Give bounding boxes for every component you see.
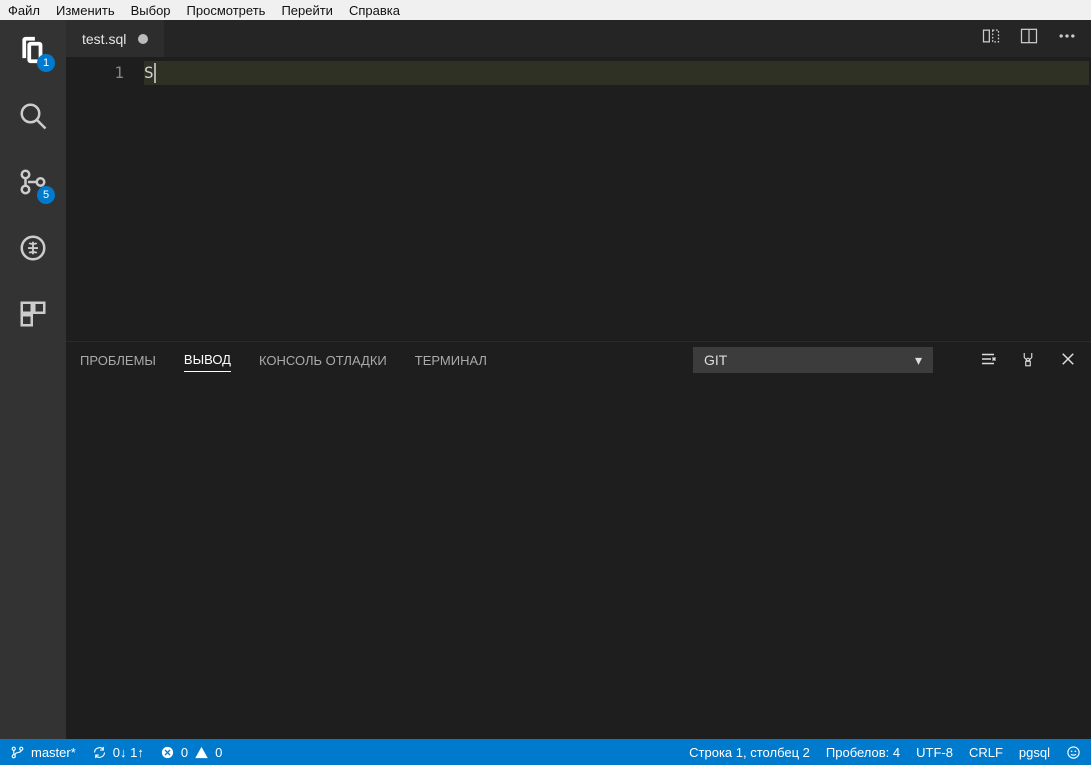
eol-text: CRLF <box>969 745 1003 760</box>
explorer-badge: 1 <box>37 54 55 72</box>
menu-go[interactable]: Перейти <box>273 3 341 18</box>
scroll-lock-button[interactable] <box>1019 350 1037 371</box>
panel-tab-debug-console[interactable]: КОНСОЛЬ ОТЛАДКИ <box>259 349 387 372</box>
activity-debug[interactable] <box>13 228 53 268</box>
position-text: Строка 1, столбец 2 <box>689 745 810 760</box>
smiley-icon <box>1066 745 1081 760</box>
panel-tab-output[interactable]: ВЫВОД <box>184 348 231 372</box>
split-icon <box>1019 26 1039 46</box>
tab-title: test.sql <box>82 31 126 47</box>
tab-test-sql[interactable]: test.sql <box>66 20 164 57</box>
scm-badge: 5 <box>37 186 55 204</box>
dirty-indicator-icon <box>138 34 148 44</box>
indent-text: Пробелов: 4 <box>826 745 900 760</box>
status-problems[interactable]: 0 0 <box>160 745 222 760</box>
search-icon <box>18 101 48 131</box>
split-editor-button[interactable] <box>1019 26 1039 51</box>
language-text: pgsql <box>1019 745 1050 760</box>
compare-changes-button[interactable] <box>981 26 1001 51</box>
warning-icon <box>194 745 209 760</box>
chevron-down-icon: ▾ <box>915 352 922 369</box>
activity-explorer[interactable]: 1 <box>13 30 53 70</box>
status-position[interactable]: Строка 1, столбец 2 <box>689 745 810 760</box>
menu-bar: Файл Изменить Выбор Просмотреть Перейти … <box>0 0 1091 20</box>
menu-view[interactable]: Просмотреть <box>179 3 274 18</box>
status-branch[interactable]: master* <box>10 745 76 760</box>
panel-tab-problems[interactable]: ПРОБЛЕМЫ <box>80 349 156 372</box>
close-icon <box>1059 350 1077 368</box>
ellipsis-icon <box>1057 26 1077 46</box>
extensions-icon <box>18 299 48 329</box>
menu-selection[interactable]: Выбор <box>123 3 179 18</box>
clear-output-button[interactable] <box>979 350 997 371</box>
error-icon <box>160 745 175 760</box>
debug-disabled-icon <box>18 233 48 263</box>
menu-file[interactable]: Файл <box>0 3 48 18</box>
status-sync[interactable]: 0↓ 1↑ <box>92 745 144 760</box>
close-panel-button[interactable] <box>1059 350 1077 371</box>
output-channel-select[interactable]: GIT ▾ <box>693 347 933 373</box>
activity-search[interactable] <box>13 96 53 136</box>
line-gutter: 1 <box>66 57 144 341</box>
current-line-highlight <box>144 61 1089 85</box>
status-indent[interactable]: Пробелов: 4 <box>826 745 900 760</box>
code-content: S <box>144 63 154 82</box>
status-language[interactable]: pgsql <box>1019 745 1050 760</box>
output-body[interactable] <box>66 378 1091 739</box>
panel-tab-terminal[interactable]: ТЕРМИНАЛ <box>415 349 487 372</box>
line-number: 1 <box>66 61 124 85</box>
editor-tabs: test.sql <box>66 20 1091 57</box>
output-channel-value: GIT <box>704 352 727 368</box>
status-eol[interactable]: CRLF <box>969 745 1003 760</box>
clear-icon <box>979 350 997 368</box>
menu-help[interactable]: Справка <box>341 3 408 18</box>
error-count: 0 <box>181 745 188 760</box>
activity-extensions[interactable] <box>13 294 53 334</box>
menu-edit[interactable]: Изменить <box>48 3 123 18</box>
sync-icon <box>92 745 107 760</box>
activity-scm[interactable]: 5 <box>13 162 53 202</box>
code-editor[interactable]: 1 S <box>66 57 1091 341</box>
bottom-panel: ПРОБЛЕМЫ ВЫВОД КОНСОЛЬ ОТЛАДКИ ТЕРМИНАЛ … <box>66 341 1091 739</box>
lock-scroll-icon <box>1019 350 1037 368</box>
text-cursor <box>154 63 156 83</box>
activity-bar: 1 5 <box>0 20 66 739</box>
warning-count: 0 <box>215 745 222 760</box>
status-bar: master* 0↓ 1↑ 0 0 Строка 1, столбец 2 Пр… <box>0 739 1091 765</box>
diff-icon <box>981 26 1001 46</box>
status-feedback[interactable] <box>1066 745 1081 760</box>
branch-name: master* <box>31 745 76 760</box>
branch-icon <box>10 745 25 760</box>
status-encoding[interactable]: UTF-8 <box>916 745 953 760</box>
more-actions-button[interactable] <box>1057 26 1077 51</box>
sync-text: 0↓ 1↑ <box>113 745 144 760</box>
encoding-text: UTF-8 <box>916 745 953 760</box>
